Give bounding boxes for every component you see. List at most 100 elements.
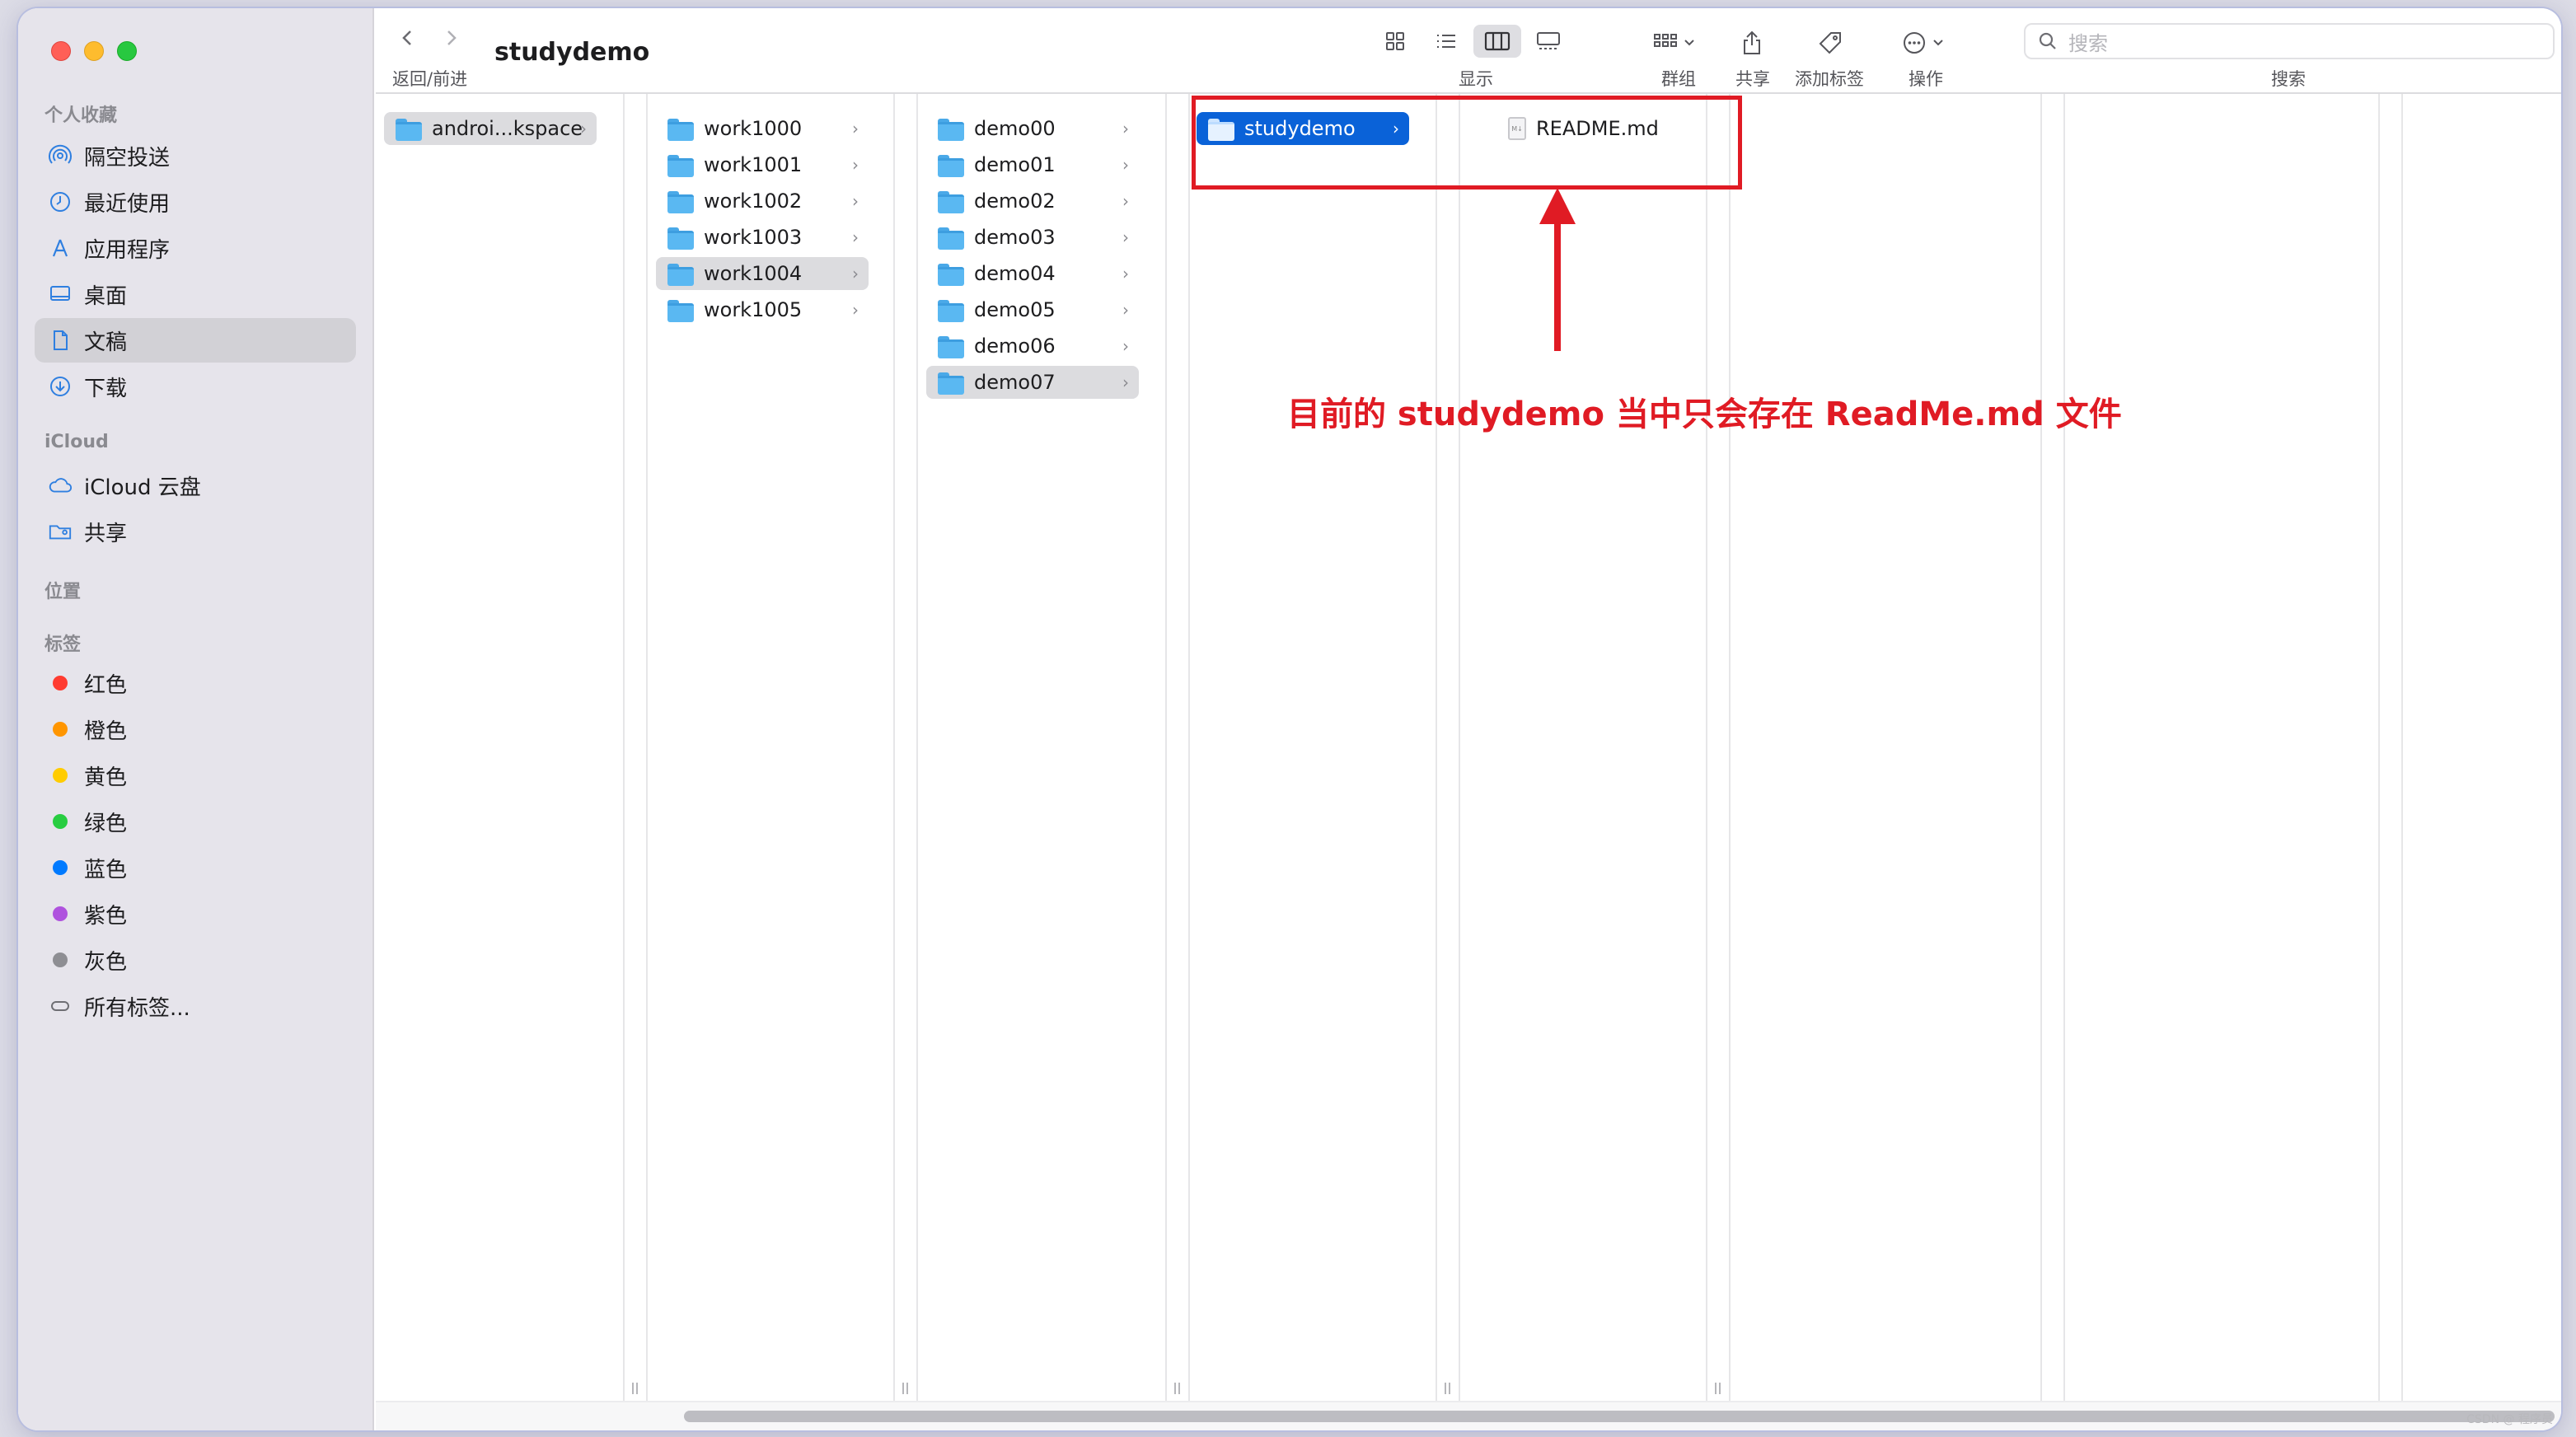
chevron-right-icon: ›	[1122, 155, 1129, 175]
icon-view-button[interactable]	[1371, 25, 1419, 58]
sidebar-tag-blue[interactable]: 蓝色	[35, 845, 356, 890]
sidebar-tag-green[interactable]: 绿色	[35, 799, 356, 844]
folder-row-demo07[interactable]: demo07 ›	[926, 366, 1139, 399]
gallery-view-button[interactable]	[1525, 25, 1572, 58]
tag-icon	[1819, 32, 1841, 54]
list-view-button[interactable]	[1422, 25, 1470, 58]
sidebar-item-documents[interactable]: 文稿	[35, 318, 356, 363]
download-icon	[48, 374, 73, 399]
sidebar-item-recents[interactable]: 最近使用	[35, 180, 356, 224]
sidebar-item-all-tags[interactable]: 所有标签...	[35, 984, 356, 1028]
chevron-right-icon: ›	[1122, 336, 1129, 356]
finder-window: 个人收藏 隔空投送 最近使用 应用程序 桌面 文稿 下载 iCloud iClo…	[18, 8, 2561, 1430]
folder-row-work1000[interactable]: work1000 ›	[656, 112, 869, 145]
folder-row-work1002[interactable]: work1002 ›	[656, 185, 869, 218]
column-resize-handle[interactable]	[630, 1383, 639, 1397]
folder-row-demo01[interactable]: demo01 ›	[926, 148, 1139, 181]
folder-icon	[667, 119, 694, 141]
window-controls	[51, 41, 137, 61]
sidebar-item-label: 蓝色	[84, 857, 128, 882]
sidebar-item-icloud-drive[interactable]: iCloud 云盘	[35, 463, 356, 508]
sidebar-item-desktop[interactable]: 桌面	[35, 272, 356, 316]
folder-icon	[938, 300, 964, 322]
folder-row-demo02[interactable]: demo02 ›	[926, 185, 1139, 218]
grid-icon	[1386, 32, 1404, 50]
chevron-right-icon: ›	[852, 191, 859, 211]
folder-row-work1005[interactable]: work1005 ›	[656, 293, 869, 326]
toolbar: 返回/前进 studydemo 显示 群组 共享 添加标签 操作 搜索 搜索	[376, 8, 2561, 94]
close-window-button[interactable]	[51, 41, 71, 61]
chevron-right-icon: ›	[1122, 372, 1129, 392]
search-field[interactable]: 搜索	[2024, 23, 2555, 59]
window-title: studydemo	[494, 38, 650, 67]
sidebar-item-downloads[interactable]: 下载	[35, 364, 356, 409]
locations-section-title: 位置	[44, 582, 82, 602]
column-resize-handle[interactable]	[901, 1383, 909, 1397]
folder-icon	[667, 191, 694, 213]
share-label: 共享	[1735, 69, 1770, 89]
maximize-window-button[interactable]	[117, 41, 137, 61]
column-browser: androi...kspace › work1000 › work1001 › …	[376, 94, 2561, 1401]
sidebar-item-label: 紫色	[84, 903, 128, 929]
folder-name: demo07	[974, 371, 1056, 394]
sidebar-item-label: 下载	[84, 376, 128, 401]
folder-name: demo01	[974, 153, 1056, 176]
sidebar-item-label: 最近使用	[84, 191, 171, 217]
sidebar-item-label: 所有标签...	[84, 995, 190, 1021]
sidebar-tag-purple[interactable]: 紫色	[35, 892, 356, 936]
tag-dot-icon	[48, 763, 73, 788]
folder-row-demo04[interactable]: demo04 ›	[926, 257, 1139, 290]
folder-name: demo00	[974, 117, 1056, 140]
applications-icon	[48, 236, 73, 260]
sidebar-item-shared[interactable]: 共享	[35, 509, 356, 554]
folder-row-work1001[interactable]: work1001 ›	[656, 148, 869, 181]
sidebar-item-applications[interactable]: 应用程序	[35, 226, 356, 270]
folder-row-demo03[interactable]: demo03 ›	[926, 221, 1139, 254]
chevron-right-icon	[447, 30, 457, 45]
back-button[interactable]	[397, 26, 417, 53]
action-button[interactable]	[1902, 26, 1945, 59]
chevron-right-icon: ›	[852, 155, 859, 175]
share-button[interactable]	[1740, 26, 1763, 59]
sidebar-item-label: 橙色	[84, 718, 128, 744]
folder-icon	[938, 227, 964, 250]
sidebar-item-airdrop[interactable]: 隔空投送	[35, 133, 356, 178]
folder-row-work1004[interactable]: work1004 ›	[656, 257, 869, 290]
group-button[interactable]	[1653, 26, 1696, 59]
columns-icon	[1484, 31, 1510, 51]
add-tag-button[interactable]	[1818, 26, 1843, 59]
chevron-right-icon: ›	[852, 300, 859, 320]
shared-folder-icon	[48, 519, 73, 544]
folder-name: work1001	[704, 153, 803, 176]
chevron-down-icon	[1933, 40, 1943, 46]
forward-button[interactable]	[442, 26, 461, 53]
sidebar-tag-orange[interactable]: 橙色	[35, 707, 356, 751]
folder-row-work1003[interactable]: work1003 ›	[656, 221, 869, 254]
annotation-arrow-line	[1554, 206, 1561, 351]
folder-name: androi...kspace	[432, 117, 583, 140]
folder-icon	[667, 155, 694, 177]
minimize-window-button[interactable]	[84, 41, 104, 61]
all-tags-icon	[48, 994, 73, 1018]
chevron-right-icon: ›	[852, 227, 859, 247]
folder-row-demo05[interactable]: demo05 ›	[926, 293, 1139, 326]
column-resize-handle[interactable]	[1443, 1383, 1451, 1397]
folder-row-androi-kspace[interactable]: androi...kspace ›	[384, 112, 597, 145]
column-resize-handle[interactable]	[1713, 1383, 1721, 1397]
folder-row-demo00[interactable]: demo00 ›	[926, 112, 1139, 145]
horizontal-scrollbar-thumb[interactable]	[684, 1411, 2555, 1422]
watermark: CSDN @ 程序员	[2466, 1413, 2553, 1426]
folder-row-demo06[interactable]: demo06 ›	[926, 330, 1139, 363]
sidebar-tag-yellow[interactable]: 黄色	[35, 753, 356, 798]
folder-name: demo03	[974, 226, 1056, 249]
folder-name: work1002	[704, 190, 803, 213]
sidebar-tag-red[interactable]: 红色	[35, 661, 356, 705]
sidebar-tag-gray[interactable]: 灰色	[35, 938, 356, 982]
folder-icon	[667, 264, 694, 286]
column-view-button[interactable]	[1473, 25, 1521, 58]
chevron-right-icon: ›	[852, 119, 859, 138]
chevron-left-icon	[402, 30, 411, 45]
search-placeholder: 搜索	[2068, 31, 2108, 55]
column-resize-handle[interactable]	[1173, 1383, 1181, 1397]
more-icon	[1904, 32, 1925, 54]
